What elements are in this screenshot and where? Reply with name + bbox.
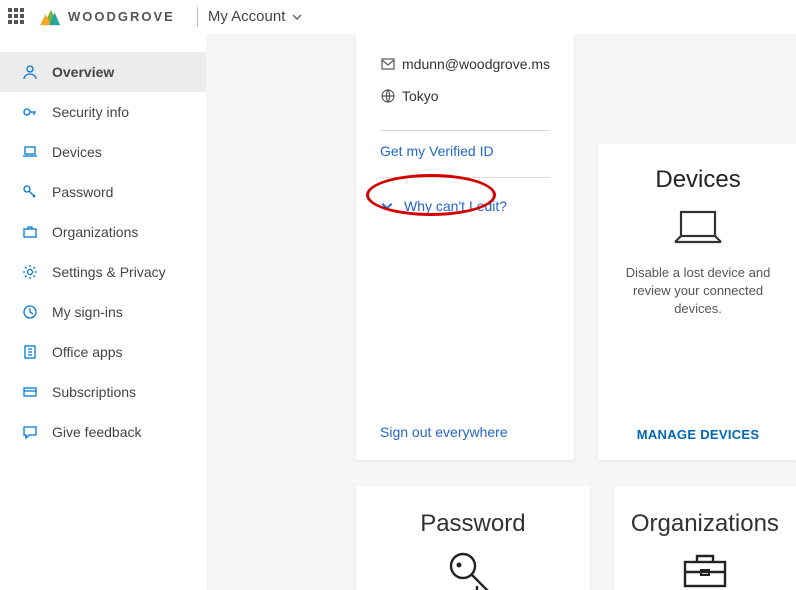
sidebar-item-label: My sign-ins: [52, 304, 123, 320]
header-divider: [197, 7, 198, 27]
clock-icon: [20, 304, 40, 320]
sidebar-item-signins[interactable]: My sign-ins: [0, 292, 206, 332]
profile-location: Tokyo: [402, 88, 439, 104]
why-cant-i-edit-label: Why can't I edit?: [404, 198, 507, 214]
chevron-down-icon: [380, 199, 394, 213]
sidebar-item-label: Security info: [52, 104, 129, 120]
brand-text: WOODGROVE: [68, 9, 175, 24]
person-icon: [20, 64, 40, 80]
devices-title: Devices: [655, 166, 740, 194]
briefcase-large-icon: [679, 548, 731, 590]
get-verified-id-link[interactable]: Get my Verified ID: [380, 143, 550, 159]
sidebar-item-feedback[interactable]: Give feedback: [0, 412, 206, 452]
sidebar-item-label: Password: [52, 184, 113, 200]
sidebar-item-settings[interactable]: Settings & Privacy: [0, 252, 206, 292]
divider: [380, 177, 550, 178]
header-title-dropdown[interactable]: My Account: [208, 8, 304, 25]
organizations-card: Organizations See all the organizations …: [614, 486, 796, 590]
laptop-large-icon: [671, 208, 725, 248]
brand[interactable]: WOODGROVE: [40, 7, 175, 27]
header-title-label: My Account: [208, 8, 286, 25]
sidebar-item-label: Devices: [52, 144, 102, 160]
mail-icon: [380, 56, 402, 72]
sign-out-everywhere-link[interactable]: Sign out everywhere: [380, 424, 550, 440]
sidebar-item-password[interactable]: Password: [0, 172, 206, 212]
sidebar-item-organizations[interactable]: Organizations: [0, 212, 206, 252]
sidebar-item-label: Office apps: [52, 344, 123, 360]
divider: [380, 130, 550, 131]
sidebar-item-label: Subscriptions: [52, 384, 136, 400]
chevron-down-icon: [291, 11, 303, 23]
laptop-icon: [20, 144, 40, 160]
sidebar-item-label: Overview: [52, 64, 114, 80]
key-large-icon: [445, 548, 501, 590]
main-area: mdunn@woodgrove.ms Tokyo Get my Verified…: [206, 34, 796, 590]
profile-email-line: mdunn@woodgrove.ms: [380, 56, 550, 72]
sidebar-item-office[interactable]: Office apps: [0, 332, 206, 372]
sidebar-item-overview[interactable]: Overview: [0, 52, 206, 92]
organizations-title: Organizations: [626, 510, 784, 538]
key-icon: [20, 104, 40, 120]
devices-card: Devices Disable a lost device and review…: [598, 144, 796, 460]
sidebar-item-label: Give feedback: [52, 424, 142, 440]
gear-icon: [20, 264, 40, 280]
woodgrove-logo-icon: [40, 7, 62, 27]
profile-email: mdunn@woodgrove.ms: [402, 56, 550, 72]
key-angled-icon: [20, 184, 40, 200]
profile-location-line: Tokyo: [380, 88, 550, 104]
sidebar: Overview Security info Devices Password …: [0, 34, 206, 590]
top-bar: WOODGROVE My Account: [0, 0, 796, 34]
office-icon: [20, 344, 40, 360]
profile-card: mdunn@woodgrove.ms Tokyo Get my Verified…: [356, 34, 574, 460]
globe-icon: [380, 88, 402, 104]
sidebar-item-subscriptions[interactable]: Subscriptions: [0, 372, 206, 412]
sidebar-item-security[interactable]: Security info: [0, 92, 206, 132]
devices-desc: Disable a lost device and review your co…: [612, 264, 784, 319]
sidebar-item-label: Organizations: [52, 224, 138, 240]
manage-devices-link[interactable]: MANAGE DEVICES: [637, 427, 760, 442]
sidebar-item-label: Settings & Privacy: [52, 264, 166, 280]
sidebar-item-devices[interactable]: Devices: [0, 132, 206, 172]
card-icon: [20, 384, 40, 400]
password-card: Password Make your password stronger, or…: [356, 486, 590, 590]
password-title: Password: [374, 510, 572, 538]
why-cant-i-edit[interactable]: Why can't I edit?: [380, 198, 550, 214]
app-launcher-icon[interactable]: [8, 8, 26, 26]
chat-icon: [20, 424, 40, 440]
briefcase-icon: [20, 224, 40, 240]
